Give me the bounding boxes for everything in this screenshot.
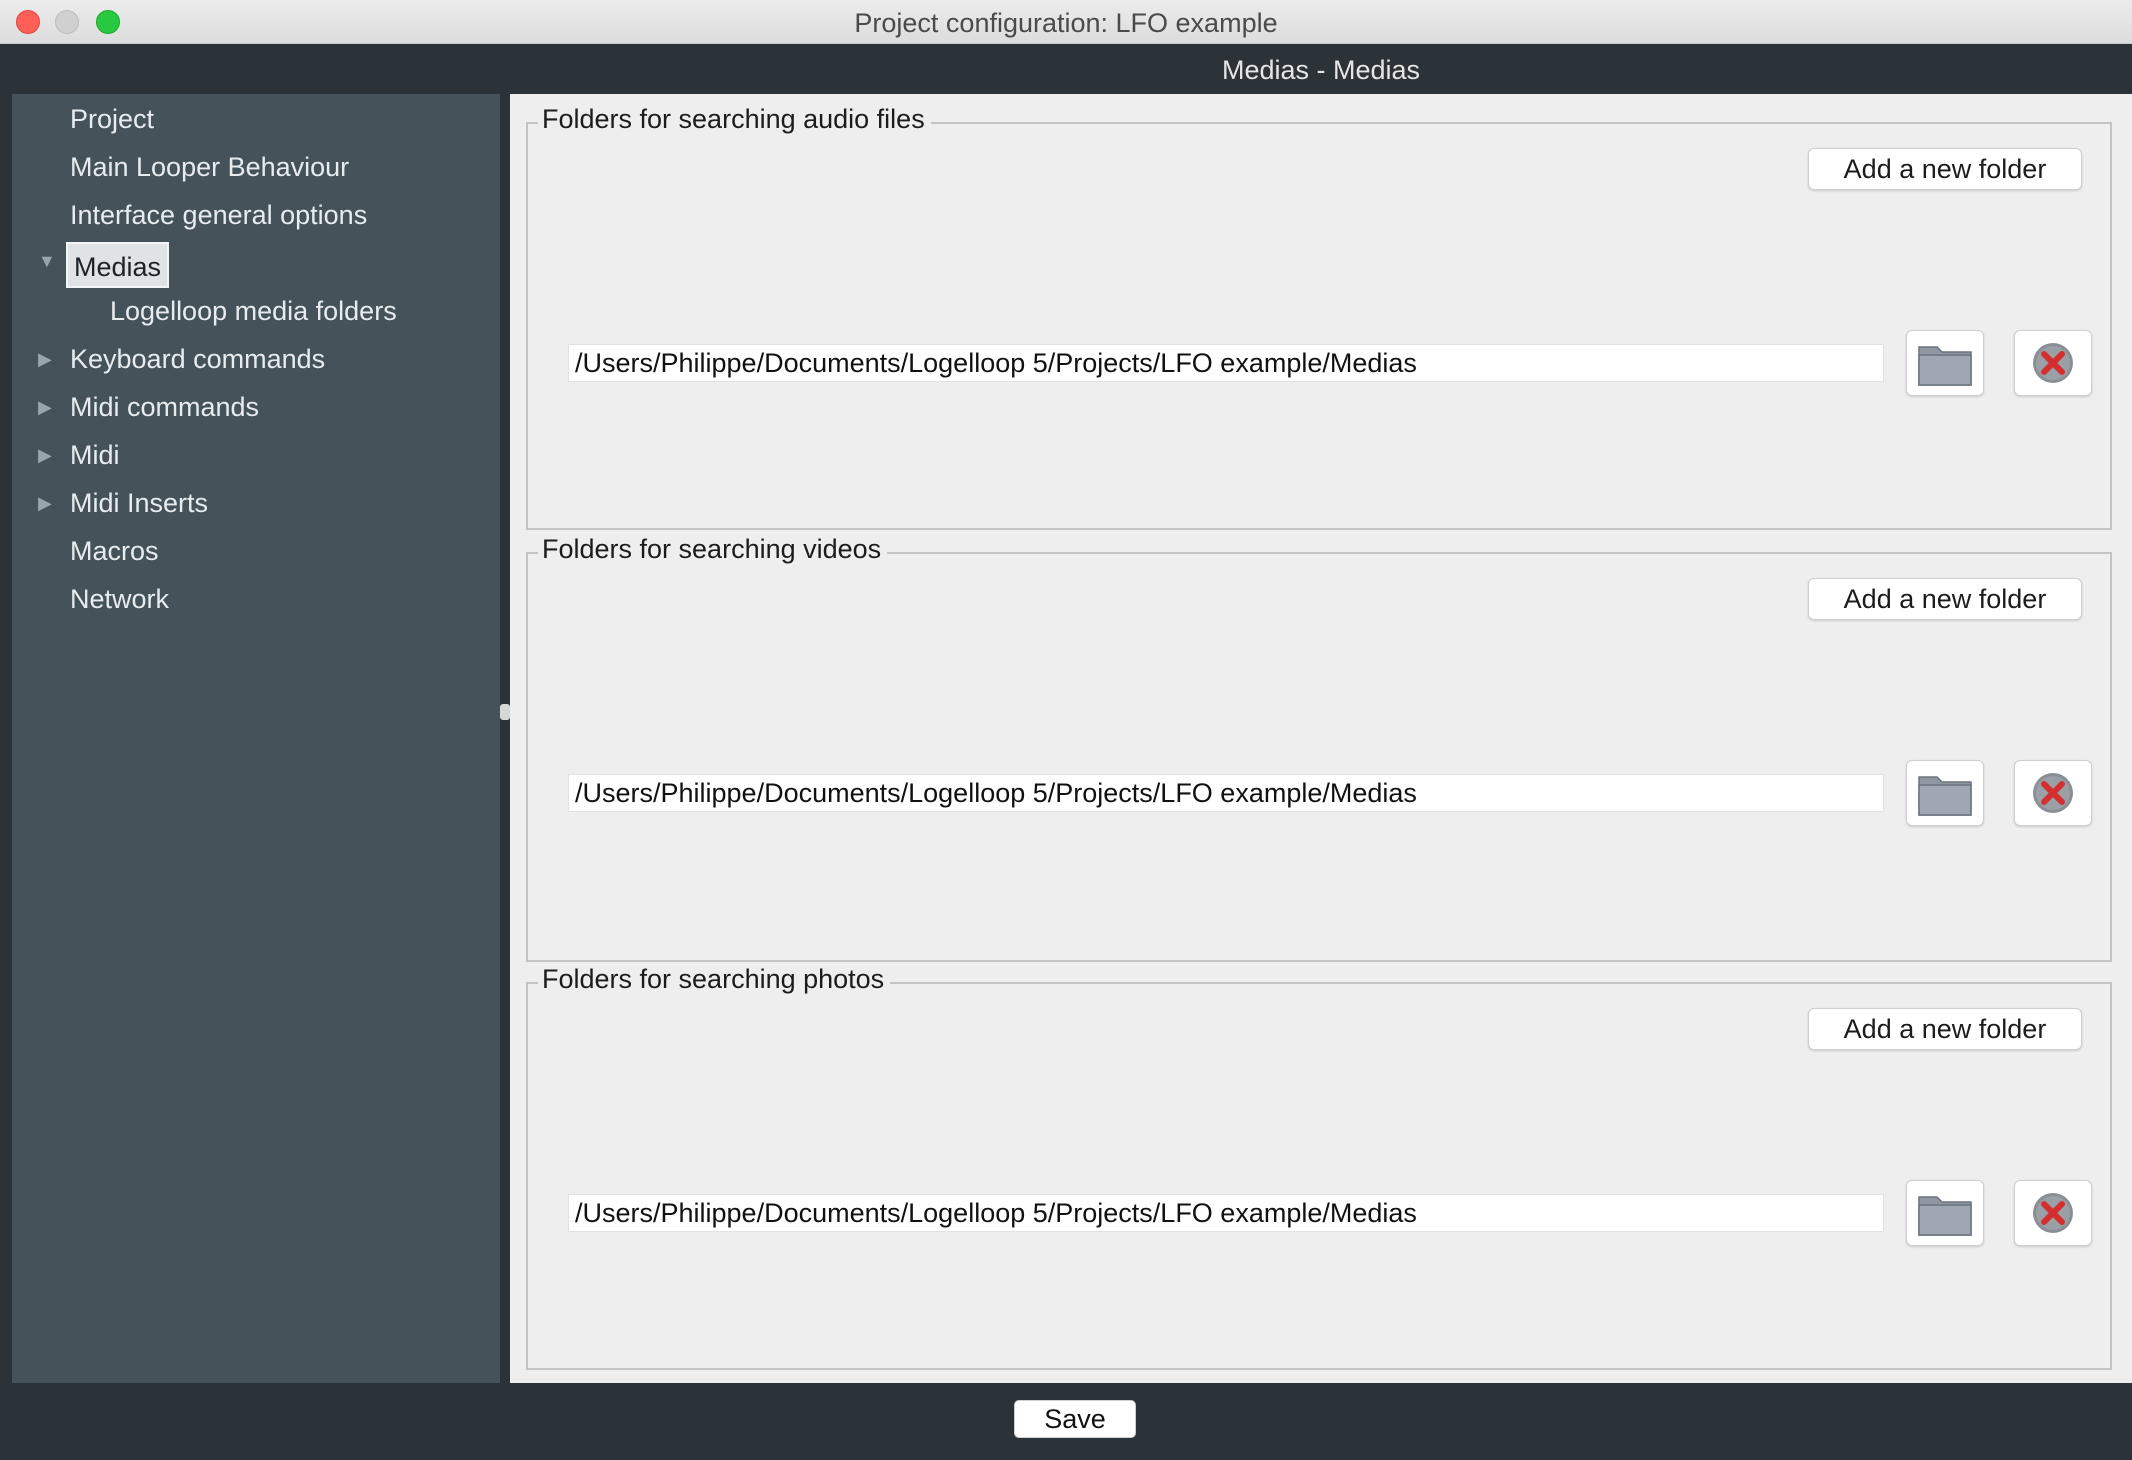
remove-photo-folder-button[interactable] bbox=[2014, 1180, 2092, 1246]
sidebar-item-label: Midi Inserts bbox=[70, 488, 209, 518]
sidebar-item-label: Project bbox=[70, 104, 155, 134]
remove-icon bbox=[2033, 343, 2073, 383]
sidebar-item-label: Network bbox=[70, 584, 170, 614]
folder-icon bbox=[1918, 1196, 1972, 1236]
browse-photo-folder-button[interactable] bbox=[1906, 1180, 1984, 1246]
folder-icon bbox=[1918, 776, 1972, 816]
sidebar-item-label: Midi bbox=[70, 440, 120, 470]
add-audio-folder-button[interactable]: Add a new folder bbox=[1808, 148, 2082, 190]
group-title: Folders for searching audio files bbox=[538, 104, 931, 135]
sidebar-item-label: Main Looper Behaviour bbox=[70, 152, 350, 182]
sidebar-item-label: Interface general options bbox=[70, 200, 368, 230]
remove-icon bbox=[2033, 773, 2073, 813]
save-button[interactable]: Save bbox=[1014, 1400, 1136, 1438]
browse-video-folder-button[interactable] bbox=[1906, 760, 1984, 826]
photo-folder-path-field[interactable]: /Users/Philippe/Documents/Logelloop 5/Pr… bbox=[568, 1194, 1884, 1232]
title-bar: Project configuration: LFO example bbox=[0, 0, 2132, 44]
sidebar: Project Main Looper Behaviour Interface … bbox=[12, 94, 500, 1383]
photo-folders-group: Folders for searching photos Add a new f… bbox=[526, 964, 2112, 1370]
main-panel: Folders for searching audio files Add a … bbox=[510, 94, 2132, 1383]
group-title: Folders for searching photos bbox=[538, 964, 891, 995]
split-pane-handle[interactable] bbox=[500, 704, 510, 720]
chevron-right-icon[interactable]: ▶ bbox=[38, 337, 58, 381]
video-folders-group: Folders for searching videos Add a new f… bbox=[526, 534, 2112, 962]
audio-folders-group: Folders for searching audio files Add a … bbox=[526, 104, 2112, 530]
remove-icon bbox=[2033, 1193, 2073, 1233]
sidebar-item-label: Macros bbox=[70, 536, 159, 566]
browse-audio-folder-button[interactable] bbox=[1906, 330, 1984, 396]
config-window: Project configuration: LFO example Media… bbox=[0, 0, 2132, 1460]
add-video-folder-button[interactable]: Add a new folder bbox=[1808, 578, 2082, 620]
remove-video-folder-button[interactable] bbox=[2014, 760, 2092, 826]
folder-icon bbox=[1918, 346, 1972, 386]
sidebar-item-label: Keyboard commands bbox=[70, 344, 326, 374]
window-title: Project configuration: LFO example bbox=[854, 8, 1278, 38]
split-pane-divider[interactable] bbox=[500, 94, 510, 1383]
group-title: Folders for searching videos bbox=[538, 534, 888, 565]
sidebar-item-label: Logelloop media folders bbox=[110, 296, 397, 326]
remove-audio-folder-button[interactable] bbox=[2014, 330, 2092, 396]
chevron-right-icon[interactable]: ▶ bbox=[38, 385, 58, 429]
chevron-down-icon[interactable]: ▼ bbox=[38, 239, 58, 283]
audio-folder-path-field[interactable]: /Users/Philippe/Documents/Logelloop 5/Pr… bbox=[568, 344, 1884, 382]
add-photo-folder-button[interactable]: Add a new folder bbox=[1808, 1008, 2082, 1050]
video-folder-path-field[interactable]: /Users/Philippe/Documents/Logelloop 5/Pr… bbox=[568, 774, 1884, 812]
sidebar-item-label: Midi commands bbox=[70, 392, 260, 422]
section-header: Medias - Medias bbox=[1221, 55, 1421, 85]
sidebar-item-label: Medias bbox=[66, 242, 170, 288]
chevron-right-icon[interactable]: ▶ bbox=[38, 481, 58, 525]
chevron-right-icon[interactable]: ▶ bbox=[38, 433, 58, 477]
